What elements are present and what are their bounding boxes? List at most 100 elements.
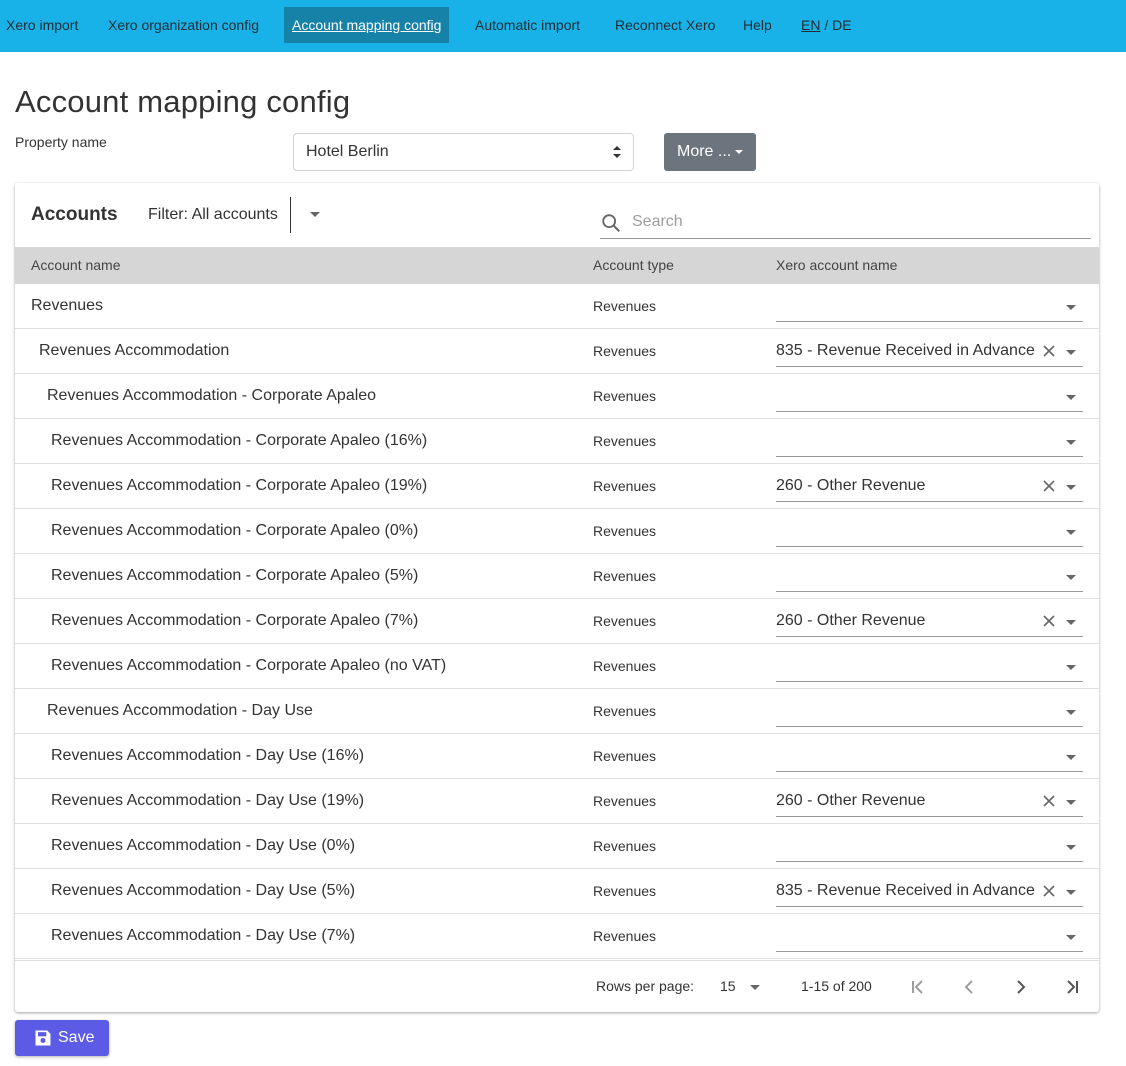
table-footer: Rows per page: 15 1-15 of 200 [15, 960, 1099, 1012]
nav-automatic-import[interactable]: Automatic import [475, 7, 580, 43]
xero-account-select[interactable] [776, 922, 1083, 952]
account-type-cell: Revenues [593, 793, 657, 809]
chevron-down-icon[interactable] [1066, 395, 1076, 400]
table-row: Revenues Accommodation - Day Use (16%) Re… [15, 734, 1099, 779]
account-type-cell: Revenues [593, 883, 657, 899]
language-switch: EN / DE [801, 7, 852, 43]
table-header: Account name Account type Xero account n… [15, 247, 1099, 284]
xero-account-value: 260 - Other Revenue [776, 477, 926, 494]
save-button-label: Save [58, 1029, 95, 1046]
clear-icon[interactable] [1042, 479, 1056, 493]
account-type-cell: Revenues [593, 928, 657, 944]
rows-per-page-dropdown-icon[interactable] [750, 985, 760, 990]
account-type-cell: Revenues [593, 523, 657, 539]
table-row: Revenues Accommodation - Day Use (0%) Rev… [15, 824, 1099, 869]
column-xero-account-name[interactable]: Xero account name [776, 247, 897, 284]
table-row: Revenues Revenues [15, 284, 1099, 329]
xero-account-select[interactable] [776, 832, 1083, 862]
xero-account-select[interactable] [776, 517, 1083, 547]
lang-separator: / [820, 17, 833, 33]
xero-account-select[interactable] [776, 697, 1083, 727]
column-account-type[interactable]: Account type [593, 247, 674, 284]
xero-account-select[interactable]: 260 - Other Revenue [776, 472, 1083, 502]
chevron-down-icon[interactable] [1066, 305, 1076, 310]
clear-icon[interactable] [1042, 344, 1056, 358]
clear-icon[interactable] [1042, 794, 1056, 808]
account-name-cell: Revenues Accommodation - Corporate Apale… [51, 612, 419, 629]
account-type-cell: Revenues [593, 658, 657, 674]
account-name-cell: Revenues Accommodation - Day Use (16%) [51, 747, 365, 764]
property-select[interactable]: Hotel Berlin [293, 133, 634, 171]
table-row: Revenues Accommodation - Corporate Apale… [15, 374, 1099, 419]
account-type-cell: Revenues [593, 748, 657, 764]
account-type-cell: Revenues [593, 613, 657, 629]
more-button[interactable]: More ... [664, 133, 756, 171]
save-button[interactable]: Save [15, 1020, 109, 1056]
table-row: Revenues Accommodation - Day Use (7%) Rev… [15, 914, 1099, 959]
chevron-down-icon[interactable] [1066, 845, 1076, 850]
select-caret-icon [613, 146, 621, 158]
search-field[interactable] [600, 207, 1091, 239]
chevron-down-icon[interactable] [1066, 710, 1076, 715]
search-icon [602, 214, 620, 232]
clear-icon[interactable] [1042, 884, 1056, 898]
account-name-cell: Revenues Accommodation - Corporate Apale… [47, 387, 377, 404]
account-name-cell: Revenues [31, 297, 104, 314]
account-name-cell: Revenues Accommodation - Day Use [47, 702, 313, 719]
pagination-range: 1-15 of 200 [801, 978, 872, 994]
accounts-filter[interactable]: Filter: All accounts [148, 197, 278, 233]
xero-account-select[interactable] [776, 742, 1083, 772]
last-page-icon[interactable] [1060, 975, 1084, 999]
nav-help[interactable]: Help [743, 7, 772, 43]
nav-reconnect-xero[interactable]: Reconnect Xero [615, 7, 715, 43]
account-name-cell: Revenues Accommodation - Corporate Apale… [51, 567, 419, 584]
account-name-cell: Revenues Accommodation - Corporate Apale… [51, 477, 428, 494]
nav-account-mapping-config[interactable]: Account mapping config [284, 7, 450, 43]
chevron-down-icon[interactable] [1066, 755, 1076, 760]
lang-en-link[interactable]: EN [801, 17, 820, 33]
top-nav: Xero import Xero organization config Acc… [0, 0, 1126, 52]
next-page-icon[interactable] [1009, 975, 1033, 999]
page-title: Account mapping config [15, 84, 351, 119]
chevron-down-icon[interactable] [1066, 665, 1076, 670]
chevron-down-icon[interactable] [1066, 575, 1076, 580]
clear-icon[interactable] [1042, 614, 1056, 628]
xero-account-value: 835 - Revenue Received in Advance [776, 342, 1035, 359]
chevron-down-icon[interactable] [1066, 890, 1076, 895]
nav-xero-import[interactable]: Xero import [6, 7, 78, 43]
chevron-down-icon[interactable] [1066, 440, 1076, 445]
rows-per-page-select[interactable]: 15 [720, 978, 736, 994]
table-row: Revenues Accommodation - Day Use (19%) Re… [15, 779, 1099, 824]
xero-account-select[interactable] [776, 562, 1083, 592]
nav-xero-organization-config[interactable]: Xero organization config [108, 7, 259, 43]
xero-account-select[interactable] [776, 652, 1083, 682]
xero-account-select[interactable]: 260 - Other Revenue [776, 607, 1083, 637]
chevron-down-icon[interactable] [1066, 350, 1076, 355]
xero-account-select[interactable] [776, 382, 1083, 412]
lang-de-link[interactable]: DE [832, 17, 851, 33]
xero-account-select[interactable]: 835 - Revenue Received in Advance [776, 337, 1083, 367]
table-row: Revenues Accommodation - Corporate Apale… [15, 509, 1099, 554]
chevron-down-icon[interactable] [1066, 530, 1076, 535]
property-select-value: Hotel Berlin [306, 143, 389, 160]
table-row: Revenues Accommodation - Corporate Apale… [15, 554, 1099, 599]
previous-page-icon[interactable] [957, 975, 981, 999]
xero-account-select[interactable] [776, 427, 1083, 457]
table-row: Revenues Accommodation - Corporate Apale… [15, 644, 1099, 689]
column-account-name[interactable]: Account name [31, 247, 121, 284]
xero-account-select[interactable] [776, 292, 1083, 322]
filter-dropdown-icon[interactable] [310, 212, 320, 217]
table-row: Revenues Accommodation Revenues 835 - Reve… [15, 329, 1099, 374]
chevron-down-icon[interactable] [1066, 935, 1076, 940]
chevron-down-icon[interactable] [1066, 800, 1076, 805]
search-input[interactable] [632, 209, 1082, 235]
first-page-icon[interactable] [906, 975, 930, 999]
chevron-down-icon[interactable] [1066, 620, 1076, 625]
accounts-title: Accounts [31, 204, 118, 225]
table-row: Revenues Accommodation - Corporate Apale… [15, 464, 1099, 509]
xero-account-select[interactable]: 260 - Other Revenue [776, 787, 1083, 817]
xero-account-select[interactable]: 835 - Revenue Received in Advance [776, 877, 1083, 907]
rows-per-page-label: Rows per page: [596, 978, 695, 994]
table-row: Revenues Accommodation - Corporate Apale… [15, 599, 1099, 644]
chevron-down-icon[interactable] [1066, 485, 1076, 490]
